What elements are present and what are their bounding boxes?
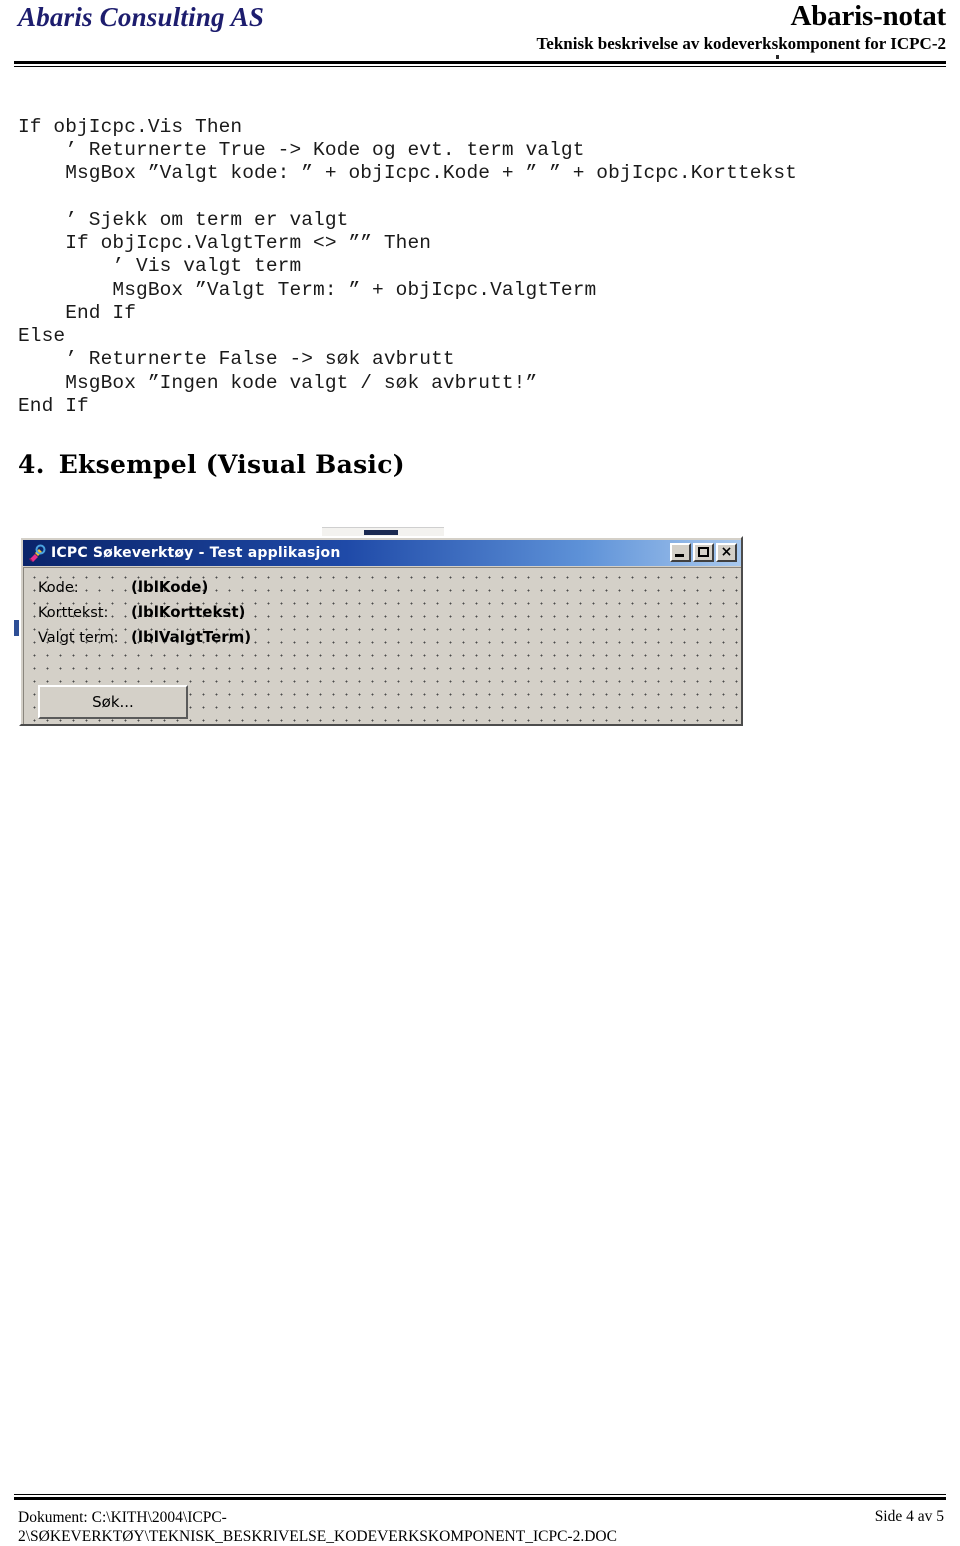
search-button[interactable]: Søk...: [38, 685, 188, 719]
minimize-icon: [675, 554, 684, 557]
vb-form-screenshot: ICPC Søkeverktøy - Test applikasjon × Ko…: [14, 527, 745, 726]
form-row-kode: Kode: (lblKode): [38, 578, 208, 596]
footer-rule-thick: [14, 1497, 946, 1500]
header-rule-thick: [14, 61, 946, 64]
close-button[interactable]: ×: [716, 543, 737, 562]
section-number: 4.: [18, 450, 45, 479]
app-icon: [27, 544, 46, 563]
header-rule-thin: [14, 66, 946, 67]
footer-rule-thin: [14, 1494, 946, 1495]
vb-form-surface: Kode: (lblKode) Korttekst: (lblKorttekst…: [23, 567, 741, 724]
maximize-button[interactable]: [693, 543, 714, 562]
company-name: Abaris Consulting AS: [18, 2, 265, 32]
vb-title-text: ICPC Søkeverktøy - Test applikasjon: [51, 545, 341, 561]
footer-document-line2: 2\SØKEVERKTØY\TEKNISK_BESKRIVELSE_KODEVE…: [18, 1528, 617, 1545]
value-lblkode: (lblKode): [131, 578, 209, 596]
document-title: Abaris-notat: [790, 0, 947, 32]
value-lblvalgtterm: (lblValgtTerm): [131, 628, 252, 646]
form-row-valgt-term: Valgt term: (lblValgtTerm): [38, 628, 251, 646]
vb-window-controls: ×: [670, 543, 737, 562]
footer-page-number: Side 4 av 5: [874, 1508, 944, 1525]
scan-speck: [776, 55, 779, 59]
vb-titlebar[interactable]: ICPC Søkeverktøy - Test applikasjon ×: [23, 540, 741, 566]
code-block: If objIcpc.Vis Then ’ Returnerte True ->…: [18, 115, 797, 418]
value-lblkorttekst: (lblKorttekst): [131, 603, 246, 621]
label-kode: Kode:: [38, 580, 79, 596]
minimize-button[interactable]: [670, 543, 691, 562]
vb-window: ICPC Søkeverktøy - Test applikasjon × Ko…: [19, 536, 743, 726]
page-header: Abaris Consulting AS Abaris-notat Teknis…: [0, 0, 960, 72]
maximize-icon: [698, 547, 709, 557]
section-title: Eksempel (Visual Basic): [58, 450, 405, 479]
section-heading: 4. Eksempel (Visual Basic): [18, 450, 405, 479]
form-row-korttekst: Korttekst: (lblKorttekst): [38, 603, 245, 621]
document-subtitle: Teknisk beskrivelse av kodeverkskomponen…: [536, 34, 946, 53]
label-valgt-term: Valgt term:: [38, 630, 119, 646]
footer-document-line1: Dokument: C:\KITH\2004\ICPC-: [18, 1509, 227, 1526]
label-korttekst: Korttekst:: [38, 605, 109, 621]
footer-document-path: Dokument: C:\KITH\2004\ICPC- 2\SØKEVERKT…: [18, 1508, 718, 1546]
close-icon: ×: [720, 544, 733, 560]
